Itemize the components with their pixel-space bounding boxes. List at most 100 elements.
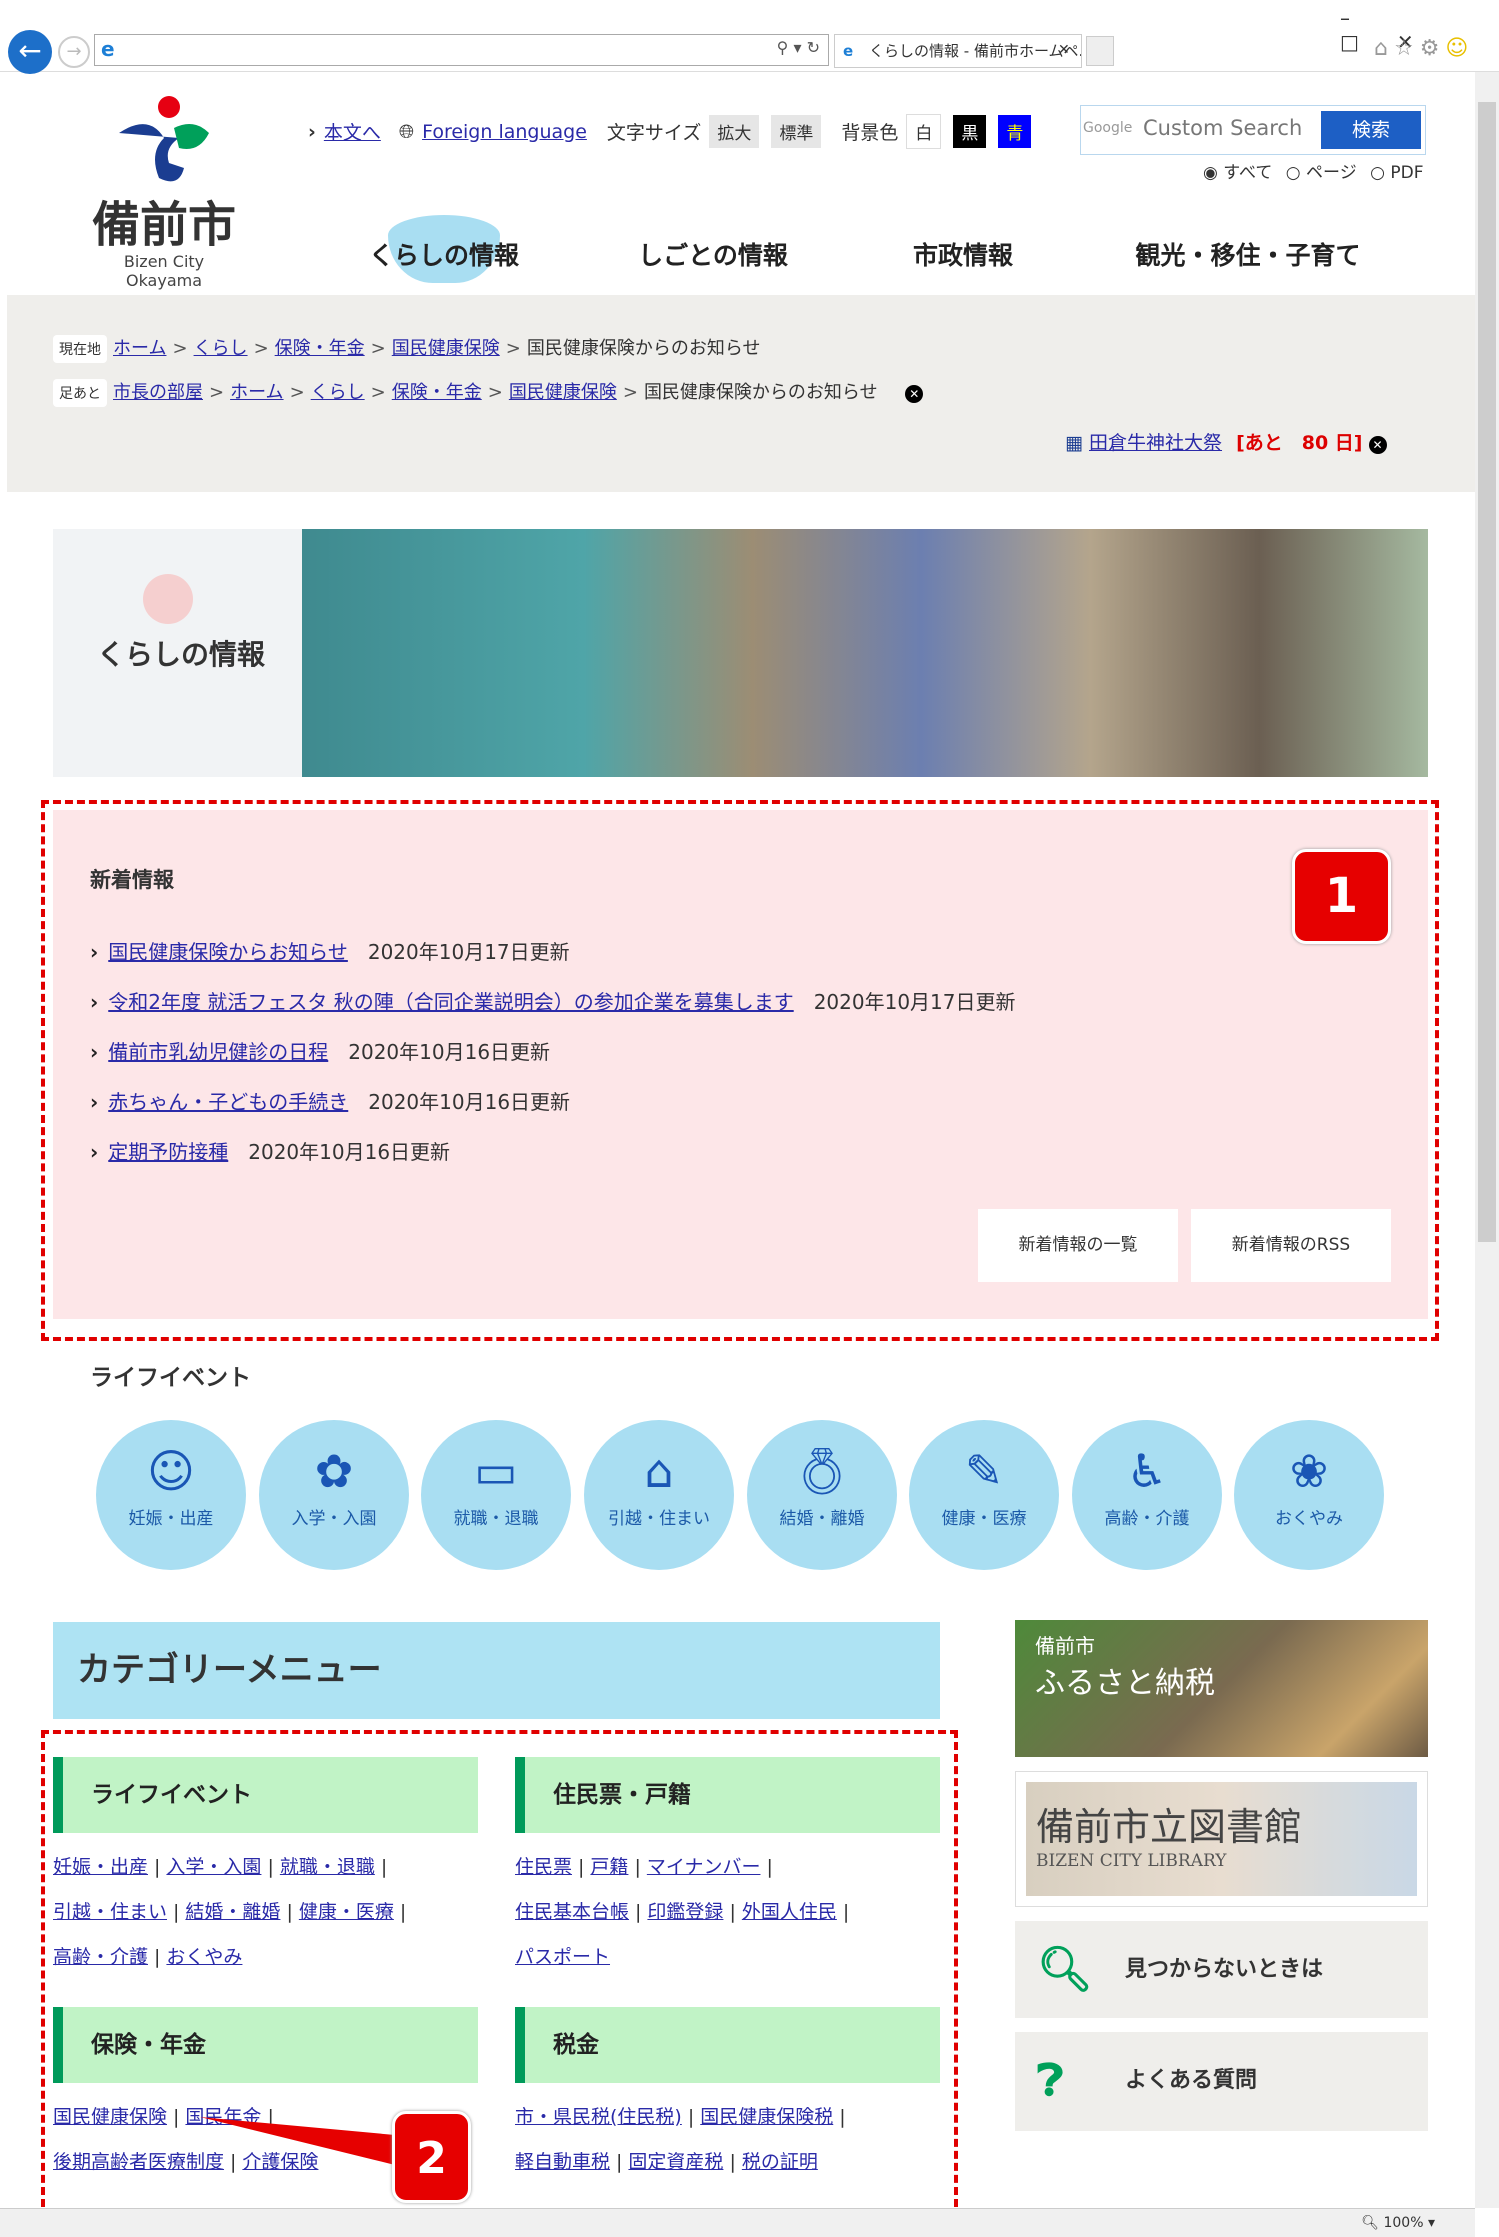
- history-link[interactable]: 国民健康保険: [509, 382, 617, 403]
- news-link[interactable]: 赤ちゃん・子どもの手続き: [108, 1090, 348, 1114]
- countdown-text: [あと 80 日]: [1236, 432, 1363, 454]
- life-event-health[interactable]: ✎ 健康・医療: [909, 1420, 1059, 1570]
- event-link[interactable]: 田倉牛神社大祭: [1089, 432, 1222, 454]
- history-link[interactable]: ホーム: [230, 382, 283, 403]
- site-logo[interactable]: 備前市 Bizen City Okayama: [86, 93, 242, 290]
- breadcrumb-link[interactable]: くらし: [194, 338, 248, 359]
- new-tab-button[interactable]: [1086, 36, 1114, 66]
- current-location-tag: 現在地: [53, 335, 107, 363]
- nav-shigoto[interactable]: しごとの情報: [638, 236, 788, 272]
- search-refresh-icon[interactable]: ⚲ ▾ ↻: [777, 38, 820, 57]
- breadcrumb-link[interactable]: ホーム: [113, 338, 166, 359]
- chevron-right-icon: ›: [308, 120, 316, 143]
- furusato-banner[interactable]: 備前市 ふるさと納税: [1015, 1620, 1428, 1757]
- category-link[interactable]: 結婚・離婚: [185, 1901, 280, 1923]
- nav-kurashi[interactable]: くらしの情報: [369, 236, 519, 272]
- life-event-marriage[interactable]: 💍︎ 結婚・離婚: [747, 1420, 897, 1570]
- search-input[interactable]: Custom Search: [1143, 116, 1302, 140]
- scrollbar[interactable]: [1475, 72, 1499, 2208]
- radio-pdf[interactable]: ○ PDF: [1370, 163, 1423, 183]
- briefcase-icon: ▭: [474, 1444, 518, 1498]
- category-link[interactable]: 入学・入園: [166, 1856, 261, 1878]
- home-favorites-settings-icons[interactable]: ⌂☆⚙☺: [1374, 36, 1474, 61]
- foreign-language-link[interactable]: Foreign language: [422, 121, 587, 143]
- back-button[interactable]: ←: [8, 30, 52, 74]
- bg-white-button[interactable]: 白: [906, 114, 942, 149]
- news-list-button[interactable]: 新着情報の一覧: [978, 1209, 1178, 1282]
- category-link[interactable]: 軽自動車税: [515, 2151, 610, 2173]
- group-links-resident: 住民票 | 戸籍 | マイナンバー | 住民基本台帳 | 印鑑登録 | 外国人住民 | パスポート: [515, 1856, 850, 1968]
- utility-bar: › 本文へ 🌐︎ Foreign language 文字サイズ 拡大 標準 背景…: [308, 114, 1035, 149]
- tab-title: くらしの情報 - 備前市ホームペ...: [869, 42, 1082, 60]
- category-link[interactable]: 固定資産税: [628, 2151, 723, 2173]
- category-link[interactable]: 戸籍: [590, 1856, 628, 1878]
- zoom-level[interactable]: 100%: [1383, 2215, 1423, 2231]
- chevron-right-icon: ›: [90, 990, 99, 1014]
- breadcrumb-link[interactable]: 保険・年金: [275, 338, 365, 359]
- category-link[interactable]: 市・県民税(住民税): [515, 2106, 682, 2128]
- category-link[interactable]: 就職・退職: [280, 1856, 375, 1878]
- bizen-logo-mark: [119, 96, 209, 182]
- news-date: 2020年10月16日更新: [348, 1040, 551, 1064]
- text-enlarge-button[interactable]: 拡大: [709, 115, 760, 148]
- news-link[interactable]: 国民健康保険からお知らせ: [108, 940, 348, 964]
- nav-shisei[interactable]: 市政情報: [913, 236, 1013, 272]
- clear-history-icon[interactable]: ✕: [905, 385, 924, 403]
- category-link[interactable]: 住民基本台帳: [515, 1901, 629, 1923]
- news-link[interactable]: 令和2年度 就活フェスタ 秋の陣（合同企業説明会）の参加企業を募集します: [108, 990, 793, 1014]
- category-link[interactable]: マイナンバー: [647, 1856, 761, 1878]
- library-banner[interactable]: 備前市立図書館 BIZEN CITY LIBRARY: [1015, 1771, 1428, 1907]
- life-event-elderly[interactable]: ♿︎ 高齢・介護: [1072, 1420, 1222, 1570]
- close-event-icon[interactable]: ✕: [1368, 436, 1387, 454]
- category-link[interactable]: 引越・住まい: [53, 1901, 167, 1923]
- search-button[interactable]: 検索: [1321, 111, 1421, 149]
- category-link[interactable]: おくやみ: [166, 1946, 242, 1968]
- category-link[interactable]: 印鑑登録: [647, 1901, 723, 1923]
- category-link[interactable]: 妊娠・出産: [53, 1856, 148, 1878]
- address-bar[interactable]: e ⚲ ▾ ↻: [94, 34, 829, 66]
- wheelchair-icon: ♿︎: [1126, 1444, 1168, 1498]
- breadcrumb-link[interactable]: 国民健康保険: [392, 338, 500, 359]
- zoom-icon: 🔍︎: [1361, 2215, 1380, 2231]
- category-link[interactable]: パスポート: [515, 1946, 610, 1968]
- category-link[interactable]: 外国人住民: [742, 1901, 837, 1923]
- news-item: › 赤ちゃん・子どもの手続き 2020年10月16日更新: [90, 1086, 570, 1115]
- life-event-moving[interactable]: ⌂ 引越・住まい: [584, 1420, 734, 1570]
- life-event-pregnancy[interactable]: ☺ 妊娠・出産: [96, 1420, 246, 1570]
- history-link[interactable]: 市長の部屋: [113, 382, 203, 403]
- radio-all[interactable]: ◉ すべて: [1203, 163, 1272, 183]
- category-link[interactable]: 税の証明: [742, 2151, 818, 2173]
- category-link[interactable]: 住民票: [515, 1856, 572, 1878]
- furusato-small-text: 備前市: [1035, 1634, 1095, 1658]
- history-link[interactable]: 保険・年金: [392, 382, 482, 403]
- life-event-school[interactable]: ✿ 入学・入園: [259, 1420, 409, 1570]
- category-link[interactable]: 国民健康保険税: [700, 2106, 833, 2128]
- breadcrumb: 現在地 ホーム > くらし > 保険・年金 > 国民健康保険 > 国民健康保険からのお知らせ: [53, 334, 760, 363]
- news-link[interactable]: 定期予防接種: [108, 1140, 228, 1164]
- text-standard-button[interactable]: 標準: [771, 115, 822, 148]
- news-date: 2020年10月16日更新: [248, 1140, 451, 1164]
- event-countdown: ▦ 田倉牛神社大祭 [あと 80 日] ✕: [1065, 428, 1387, 455]
- bg-blue-button[interactable]: 青: [998, 115, 1032, 148]
- forward-button[interactable]: →: [58, 36, 90, 68]
- life-event-job[interactable]: ▭ 就職・退職: [421, 1420, 571, 1570]
- status-bar: 🔍︎ 100% ▾: [0, 2208, 1475, 2237]
- radio-page[interactable]: ○ ページ: [1286, 163, 1357, 183]
- magnifier-icon: 🔍︎: [1037, 1944, 1093, 1995]
- category-link[interactable]: 国民健康保険: [53, 2106, 167, 2128]
- history-link[interactable]: くらし: [311, 382, 365, 403]
- bg-black-button[interactable]: 黒: [953, 115, 987, 148]
- annotation-badge-2: 2: [392, 2111, 471, 2203]
- category-link[interactable]: 高齢・介護: [53, 1946, 148, 1968]
- not-found-button[interactable]: 🔍︎ 見つからないときは: [1015, 1921, 1428, 2018]
- skip-to-content-link[interactable]: 本文へ: [324, 118, 381, 145]
- annotation-arrow: [200, 2117, 395, 2165]
- news-rss-button[interactable]: 新着情報のRSS: [1191, 1209, 1391, 1282]
- faq-button[interactable]: ❓︎ よくある質問: [1015, 2032, 1428, 2131]
- tab-close-icon[interactable]: ✕: [1058, 42, 1070, 58]
- category-link[interactable]: 健康・医療: [299, 1901, 394, 1923]
- life-event-condolence[interactable]: ❀ おくやみ: [1234, 1420, 1384, 1570]
- news-link[interactable]: 備前市乳幼児健診の日程: [108, 1040, 328, 1064]
- browser-tab[interactable]: e くらしの情報 - 備前市ホームペ...: [834, 34, 1082, 68]
- nav-kanko[interactable]: 観光・移住・子育て: [1135, 236, 1360, 272]
